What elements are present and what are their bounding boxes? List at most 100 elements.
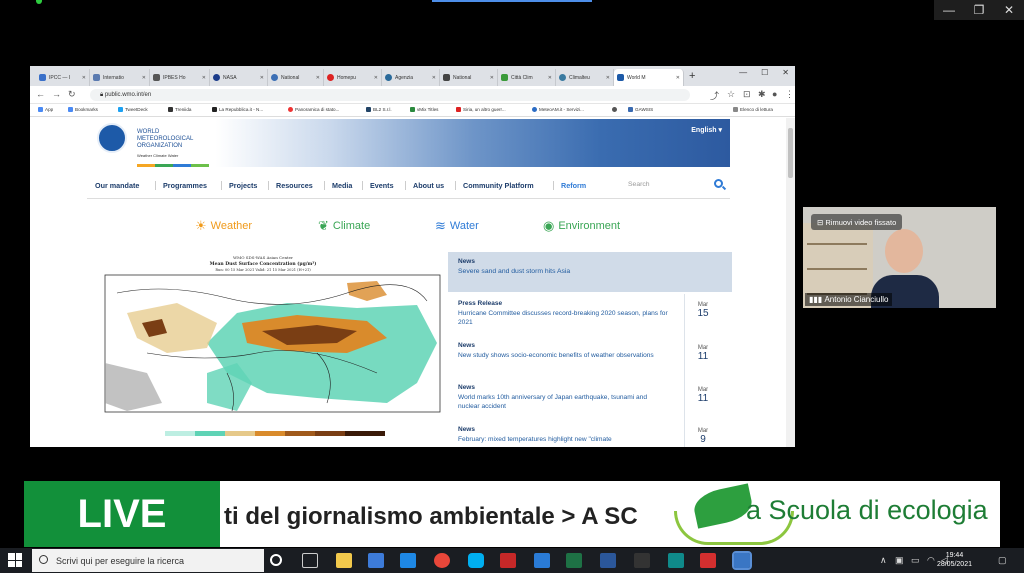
wifi-icon[interactable]: ◠ — [927, 555, 935, 566]
favicon-icon — [559, 74, 566, 81]
bookmark-icon — [288, 107, 293, 112]
tab-nasa[interactable]: NASA ✕ — [210, 69, 268, 86]
tab-homepu[interactable]: Homepu ✕ — [324, 69, 382, 86]
notifications-icon[interactable]: ▢ — [998, 555, 1007, 566]
category-environment[interactable]: ◉ Environment — [543, 218, 620, 234]
tab-citta-clima[interactable]: Città Clim ✕ — [498, 69, 556, 86]
tab-national-1[interactable]: National ✕ — [268, 69, 324, 86]
photos-icon[interactable] — [534, 553, 550, 568]
bookmark-item[interactable]: vMix Titles — [410, 107, 438, 112]
reload-icon[interactable]: ↻ — [68, 89, 76, 100]
task-view-icon[interactable] — [302, 553, 318, 568]
search-icon[interactable] — [714, 179, 723, 188]
chevron-up-icon[interactable]: ∧ — [880, 555, 887, 566]
featured-news[interactable]: News Severe sand and dust storm hits Asi… — [448, 252, 732, 292]
category-water[interactable]: ≋ Water — [435, 218, 479, 234]
bookmark-item[interactable] — [612, 107, 619, 112]
language-selector[interactable]: English ▾ — [691, 126, 722, 134]
extension-icon[interactable]: ⊡ — [743, 89, 751, 100]
bookmark-item[interactable]: TweetDeck — [118, 107, 148, 112]
tab-internatio[interactable]: Internatio ✕ — [90, 69, 150, 86]
minimize-icon[interactable]: — — [739, 68, 747, 77]
news-item[interactable]: News February: mixed temperatures highli… — [458, 426, 668, 444]
tab-national-2[interactable]: National ✕ — [440, 69, 498, 86]
recording-indicator — [36, 0, 42, 4]
profile-icon[interactable]: ● — [772, 89, 777, 99]
bookmark-item[interactable]: BL2 S.r.l. — [366, 107, 392, 112]
tab-agenzia[interactable]: Agenzia ✕ — [382, 69, 440, 86]
tray-icon[interactable]: ▣ — [895, 555, 904, 566]
search-input[interactable]: Search — [628, 181, 650, 188]
sun-icon: ☀ — [195, 218, 207, 233]
bookmark-icon — [410, 107, 415, 112]
bookmark-item[interactable]: GAWSIS — [628, 107, 653, 112]
bookmark-item[interactable]: La Repubblica.it - N... — [212, 107, 263, 112]
bookmark-item[interactable]: Treniida — [168, 107, 191, 112]
store-icon[interactable] — [368, 553, 384, 568]
category-weather[interactable]: ☀ Weather — [195, 218, 252, 234]
scrollbar-thumb[interactable] — [788, 128, 793, 178]
windows-start-icon[interactable] — [8, 553, 22, 567]
maximize-icon[interactable]: ☐ — [761, 68, 768, 77]
bookmark-item[interactable]: App — [38, 107, 53, 112]
chrome-icon[interactable] — [434, 553, 450, 568]
nav-media[interactable]: Media — [324, 181, 352, 190]
system-clock[interactable]: 19:44 28/05/2021 — [937, 551, 972, 569]
nav-community-platform[interactable]: Community Platform — [455, 181, 534, 190]
news-item[interactable]: Press Release Hurricane Committee discus… — [458, 300, 668, 327]
wmo-logo[interactable] — [97, 123, 127, 153]
nav-resources[interactable]: Resources — [268, 181, 313, 190]
category-climate[interactable]: ❦ Climate — [318, 218, 370, 234]
reading-list[interactable]: Elenco di lettura — [733, 107, 773, 112]
star-icon[interactable]: ☆ — [727, 89, 735, 100]
filezilla-icon[interactable] — [500, 553, 516, 568]
cortana-icon[interactable] — [270, 554, 282, 566]
pin-icon: ⊟ — [817, 217, 826, 227]
bookmark-item[interactable]: Siria, un altro guerr... — [456, 107, 506, 112]
close-icon[interactable]: ✕ — [782, 68, 789, 77]
page-scrollbar[interactable] — [786, 118, 795, 447]
new-tab-button[interactable]: + — [689, 70, 695, 82]
news-item[interactable]: News World marks 10th anniversary of Jap… — [458, 384, 668, 411]
tab-climalteranti[interactable]: Climalteu ✕ — [556, 69, 614, 86]
taskbar-search-input[interactable]: Scrivi qui per eseguire la ricerca — [32, 549, 264, 572]
participant-video[interactable]: ⊟ Rimuovi video fissato ▮▮▮ Antonio Cian… — [803, 207, 996, 308]
back-icon[interactable]: ← — [36, 89, 45, 99]
tab-ipbes[interactable]: IPBES Ho ✕ — [150, 69, 210, 86]
minimize-icon[interactable]: — — [934, 0, 964, 20]
tab-world-meteo[interactable]: World M ✕ — [614, 69, 684, 86]
nav-events[interactable]: Events — [362, 181, 394, 190]
map-title-1: WMO SDS-WAS Asian Center — [233, 255, 293, 260]
unpin-video-button[interactable]: ⊟ Rimuovi video fissato — [811, 214, 903, 230]
app-icon[interactable] — [668, 553, 684, 568]
puzzle-icon[interactable]: ✱ — [758, 89, 766, 100]
forward-icon[interactable]: → — [52, 89, 61, 99]
word-icon[interactable] — [600, 553, 616, 568]
tab-ipcc[interactable]: IPCC — I ✕ — [36, 69, 90, 86]
close-icon[interactable]: ✕ — [994, 0, 1024, 20]
file-explorer-icon[interactable] — [336, 553, 352, 568]
news-item[interactable]: News New study shows socio-economic bene… — [458, 342, 668, 360]
mail-icon[interactable] — [400, 553, 416, 568]
skype-icon[interactable] — [468, 553, 484, 568]
nav-about-us[interactable]: About us — [405, 181, 444, 190]
color-stripe — [137, 164, 209, 167]
dust-concentration-map[interactable]: WMO SDS-WAS Asian Center Mean Dust Surfa… — [87, 253, 443, 447]
star-icon — [68, 107, 73, 112]
active-app-icon[interactable] — [732, 551, 752, 570]
app-icon[interactable] — [634, 553, 650, 568]
share-icon[interactable]: ⤴ — [710, 89, 719, 102]
nav-projects[interactable]: Projects — [221, 181, 257, 190]
url-field[interactable]: 🔒︎ public.wmo.int/en — [90, 89, 690, 101]
bookmark-item[interactable]: MeteoAM.it - Servizi... — [532, 107, 584, 112]
maximize-icon[interactable]: ❐ — [964, 0, 994, 20]
menu-icon[interactable]: ⋮ — [785, 89, 794, 100]
excel-icon[interactable] — [566, 553, 582, 568]
bookmark-item[interactable]: Panoramica di stato... — [288, 107, 339, 112]
network-icon[interactable]: ▭ — [911, 555, 920, 566]
nav-reform[interactable]: Reform — [553, 181, 586, 190]
nav-programmes[interactable]: Programmes — [155, 181, 207, 190]
bookmark-item[interactable]: Bookmarks — [68, 107, 98, 112]
pdf-icon[interactable] — [700, 553, 716, 568]
nav-our-mandate[interactable]: Our mandate — [95, 181, 139, 190]
